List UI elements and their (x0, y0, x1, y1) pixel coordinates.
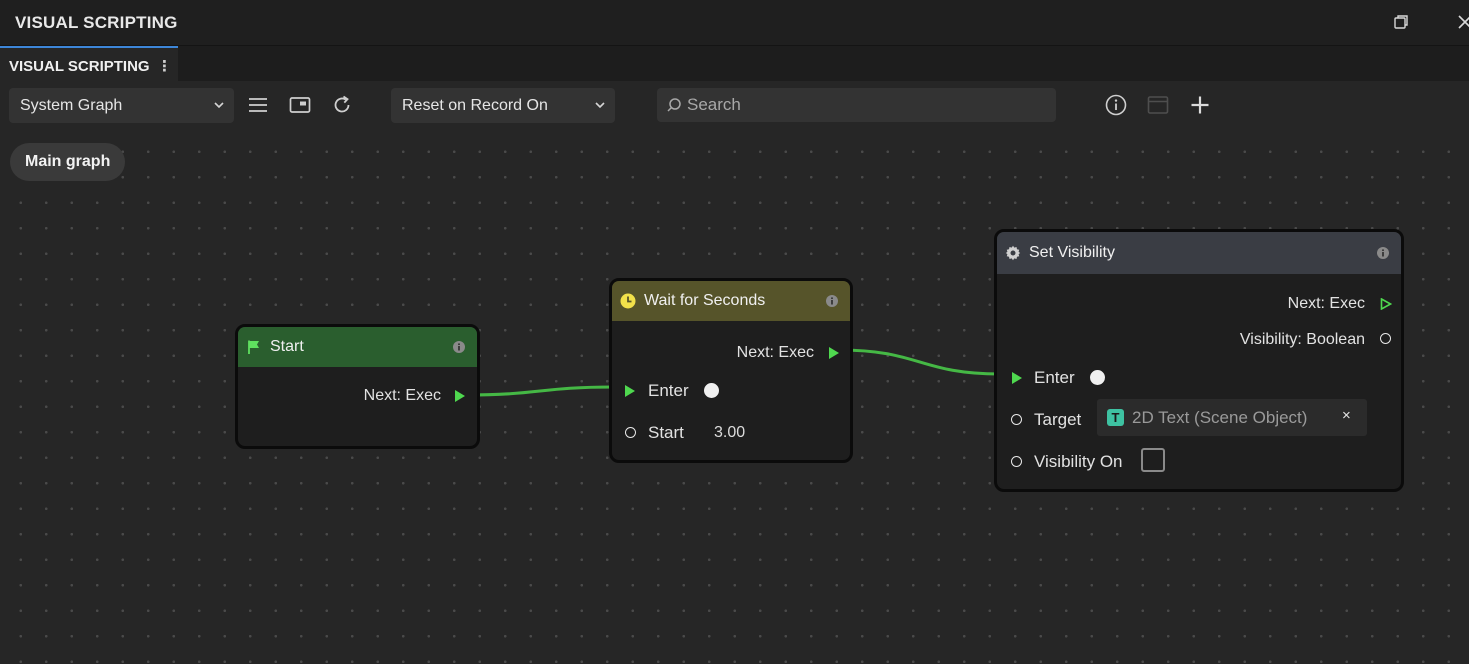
exec-output-pin[interactable] (454, 390, 466, 402)
window-title: VISUAL SCRIPTING (15, 13, 178, 32)
enter-pulse-indicator (704, 383, 719, 398)
window-titlebar: VISUAL SCRIPTING (0, 0, 1469, 46)
tab-more-options-icon[interactable]: ⋮ (157, 57, 172, 75)
node-title: Wait for Seconds (644, 292, 766, 309)
info-icon[interactable] (1377, 247, 1389, 259)
node-header: Set Visibility (997, 232, 1401, 274)
tab-visual-scripting[interactable]: VISUAL SCRIPTING ⋮ (0, 46, 178, 81)
info-icon[interactable] (1105, 94, 1127, 116)
graph-type-value: System Graph (20, 97, 123, 114)
enter-label: Enter (648, 381, 689, 400)
chevron-down-icon (214, 102, 224, 109)
start-seconds-value[interactable]: 3.00 (714, 424, 745, 442)
visibility-output-label: Visibility: Boolean (1239, 331, 1365, 348)
search-icon (667, 98, 681, 112)
visibility-on-label: Visibility On (1034, 452, 1123, 471)
info-icon[interactable] (826, 295, 838, 307)
next-exec-label: Next: Exec (1287, 295, 1365, 312)
list-icon[interactable] (247, 94, 269, 116)
window-icon (1147, 96, 1169, 114)
clear-target-button[interactable]: × (1342, 407, 1351, 424)
enter-pulse-indicator (1090, 370, 1105, 385)
tab-label: VISUAL SCRIPTING (9, 58, 150, 75)
close-window-icon[interactable] (1455, 12, 1469, 32)
clock-icon (620, 293, 636, 309)
set-visibility-node[interactable]: Set Visibility Next: Exec Visibility: Bo… (994, 229, 1404, 492)
target-object-value: 2D Text (Scene Object) (1132, 408, 1308, 427)
graph-canvas[interactable]: Main graph Start Next: Exec Wait for Sec… (0, 129, 1469, 664)
search-box (657, 88, 1056, 122)
toolbar: System Graph Reset on Record On (0, 81, 1469, 129)
target-object-field[interactable]: T 2D Text (Scene Object) × (1097, 399, 1367, 436)
wire-wait-to-visibility (838, 348, 1001, 376)
graph-type-dropdown[interactable]: System Graph (9, 88, 234, 123)
start-node[interactable]: Start Next: Exec (235, 324, 480, 449)
target-label: Target (1034, 410, 1082, 429)
breadcrumb[interactable]: Main graph (10, 143, 126, 181)
wire-start-to-wait (465, 385, 615, 397)
tab-bar: VISUAL SCRIPTING ⋮ (0, 46, 1469, 81)
text-t-icon: T (1107, 409, 1124, 426)
node-header: Wait for Seconds (612, 281, 850, 321)
next-exec-label: Next: Exec (363, 387, 441, 404)
reset-mode-value: Reset on Record On (402, 97, 548, 114)
exec-output-pin[interactable] (1380, 298, 1392, 310)
add-icon[interactable] (1189, 94, 1211, 116)
restore-window-icon[interactable] (1391, 12, 1411, 32)
visibility-on-checkbox[interactable] (1141, 448, 1165, 472)
flag-icon (248, 340, 259, 354)
search-input[interactable] (687, 94, 1037, 116)
node-title: Start (270, 338, 304, 355)
enter-label: Enter (1034, 368, 1075, 387)
refresh-icon[interactable] (331, 94, 353, 116)
panel-icon[interactable] (289, 94, 311, 116)
wait-for-seconds-node[interactable]: Wait for Seconds Next: Exec Enter Start … (609, 278, 853, 463)
breadcrumb-main-graph: Main graph (25, 153, 111, 170)
exec-output-pin[interactable] (828, 347, 840, 359)
gear-icon (1005, 245, 1021, 261)
visibility-output-pin[interactable] (1380, 333, 1391, 344)
start-input-pin[interactable] (625, 427, 636, 438)
reset-mode-dropdown[interactable]: Reset on Record On (391, 88, 615, 123)
exec-input-pin[interactable] (1011, 372, 1023, 384)
node-title: Set Visibility (1029, 244, 1115, 261)
chevron-down-icon (595, 102, 605, 109)
next-exec-label: Next: Exec (736, 344, 814, 361)
node-header: Start (238, 327, 477, 367)
info-icon[interactable] (453, 341, 465, 353)
exec-input-pin[interactable] (624, 385, 636, 397)
visibility-on-input-pin[interactable] (1011, 456, 1022, 467)
start-label: Start (648, 423, 684, 442)
target-input-pin[interactable] (1011, 414, 1022, 425)
